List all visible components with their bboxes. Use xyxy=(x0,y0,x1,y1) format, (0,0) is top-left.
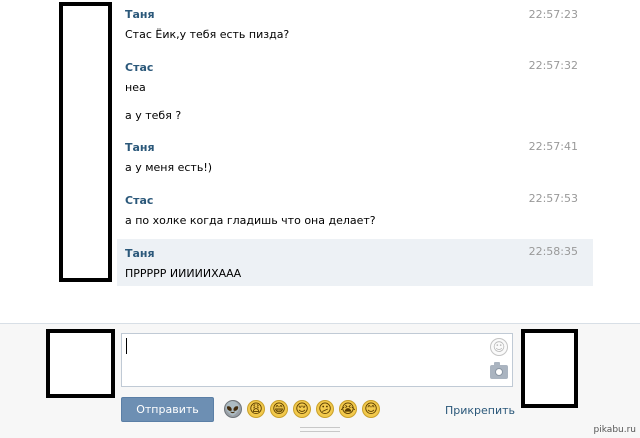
message-time: 22:57:23 xyxy=(528,8,578,21)
send-button[interactable]: Отправить xyxy=(121,397,214,422)
smiley-icon[interactable]: ☺ xyxy=(490,338,508,356)
message-input[interactable]: ☺ xyxy=(121,333,513,387)
message-time: 22:57:32 xyxy=(528,59,578,72)
text-caret xyxy=(126,338,127,354)
relieved-face-icon[interactable]: 😌 xyxy=(293,400,311,418)
message-author[interactable]: Таня xyxy=(125,141,155,154)
camera-icon[interactable] xyxy=(490,362,508,379)
message-block: Таня 22:57:23 Стас Ёик,у тебя есть пизда… xyxy=(117,0,593,54)
message-text: Стас Ёик,у тебя есть пизда? xyxy=(125,28,290,41)
message-composer: ☺ Отправить 👽 😩 😁 😌 😕 😭 😊 Прикрепить xyxy=(0,323,640,438)
watermark: pikabu.ru xyxy=(593,425,636,435)
message-block: Стас 22:57:53 а по холке когда гладишь ч… xyxy=(117,184,593,238)
message-time: 22:57:41 xyxy=(528,140,578,153)
message-time: 22:57:53 xyxy=(528,192,578,205)
redacted-avatar-box xyxy=(59,2,112,282)
confused-face-icon[interactable]: 😕 xyxy=(316,400,334,418)
message-author[interactable]: Таня xyxy=(125,247,155,260)
message-block: Таня 22:57:41 а у меня есть!) xyxy=(117,136,593,184)
message-text: ПРРРРР ИИИИИХААА xyxy=(125,267,242,280)
message-text: а у меня есть!) xyxy=(125,161,213,174)
message-block: Стас 22:57:32 неа а у тебя ? xyxy=(117,54,593,136)
resize-handle[interactable] xyxy=(300,427,340,432)
grinning-face-icon[interactable]: 😁 xyxy=(270,400,288,418)
attach-link[interactable]: Прикрепить xyxy=(445,404,515,417)
message-text: а по холке когда гладишь что она делает? xyxy=(125,214,376,227)
redacted-own-avatar xyxy=(46,329,115,398)
smiling-face-icon[interactable]: 😊 xyxy=(362,400,380,418)
message-text: а у тебя ? xyxy=(125,109,182,122)
message-author[interactable]: Стас xyxy=(125,61,153,74)
message-author[interactable]: Стас xyxy=(125,194,153,207)
redacted-peer-avatar xyxy=(521,329,578,408)
message-time: 22:58:35 xyxy=(528,245,578,258)
alien-face-icon[interactable]: 👽 xyxy=(224,400,242,418)
weary-face-icon[interactable]: 😩 xyxy=(247,400,265,418)
crying-face-icon[interactable]: 😭 xyxy=(339,400,357,418)
message-text: неа xyxy=(125,81,146,94)
message-block-unread: Таня 22:58:35 ПРРРРР ИИИИИХААА xyxy=(117,239,593,286)
message-history: Таня 22:57:23 Стас Ёик,у тебя есть пизда… xyxy=(0,0,640,323)
message-author[interactable]: Таня xyxy=(125,8,155,21)
